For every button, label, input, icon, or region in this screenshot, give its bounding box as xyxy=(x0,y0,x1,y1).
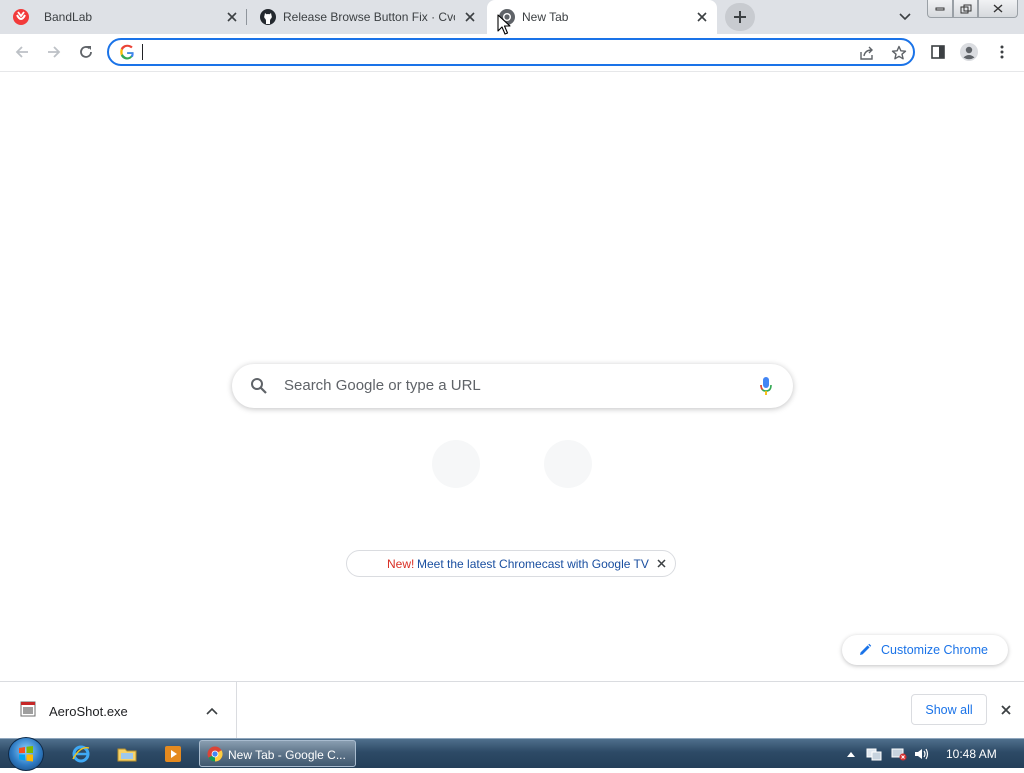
promo-link[interactable]: Meet the latest Chromecast with Google T… xyxy=(417,557,649,571)
mouse-cursor-icon xyxy=(497,14,511,35)
new-tab-button[interactable] xyxy=(725,3,755,31)
minimize-button[interactable] xyxy=(927,0,953,18)
volume-icon[interactable] xyxy=(914,746,930,762)
chevron-down-icon xyxy=(899,13,911,21)
show-hidden-icons-button[interactable] xyxy=(843,746,859,762)
taskbar-window-title: New Tab - Google C... xyxy=(228,748,346,762)
chrome-icon xyxy=(207,746,223,762)
chevron-up-icon xyxy=(847,752,855,757)
share-icon[interactable] xyxy=(857,43,877,63)
taskbar-clock[interactable]: 10:48 AM xyxy=(946,747,997,761)
customize-chrome-button[interactable]: Customize Chrome xyxy=(842,635,1008,665)
download-file-name: AeroShot.exe xyxy=(49,704,128,719)
pencil-icon xyxy=(860,643,872,655)
plus-icon xyxy=(734,11,746,23)
reload-icon xyxy=(80,46,92,58)
shortcut-tile[interactable] xyxy=(432,440,480,488)
chevron-up-icon[interactable] xyxy=(205,704,219,718)
file-explorer-button[interactable] xyxy=(109,741,145,767)
close-tab-icon[interactable] xyxy=(694,9,710,25)
close-icon xyxy=(1001,705,1011,715)
download-item[interactable]: AeroShot.exe xyxy=(0,682,237,739)
shortcut-tile[interactable] xyxy=(544,440,592,488)
search-placeholder: Search Google or type a URL xyxy=(284,377,481,394)
address-input[interactable] xyxy=(141,43,841,61)
network-error-icon[interactable] xyxy=(891,746,907,762)
close-tab-icon[interactable] xyxy=(462,9,478,25)
close-icon[interactable] xyxy=(655,557,667,569)
start-button[interactable] xyxy=(8,737,44,771)
forward-button[interactable] xyxy=(42,40,66,64)
back-button[interactable] xyxy=(10,40,34,64)
chrome-taskbar-button[interactable]: New Tab - Google C... xyxy=(199,740,356,767)
media-player-button[interactable] xyxy=(155,741,191,767)
profile-icon xyxy=(960,43,978,61)
close-window-button[interactable] xyxy=(978,0,1018,18)
customize-label: Customize Chrome xyxy=(881,643,988,657)
toolbar xyxy=(0,34,1024,72)
internet-explorer-icon xyxy=(72,745,90,763)
tab-github[interactable]: Release Browse Button Fix · Cvolt xyxy=(247,0,487,34)
google-icon xyxy=(120,44,134,60)
menu-icon xyxy=(1000,45,1004,59)
executable-file-icon xyxy=(20,701,36,717)
windows-taskbar: New Tab - Google C... 10:48 AM xyxy=(0,737,1024,771)
close-tab-icon[interactable] xyxy=(224,9,240,25)
bookmark-star-icon[interactable] xyxy=(889,43,909,63)
bandlab-icon xyxy=(13,9,29,25)
media-player-icon xyxy=(165,746,181,762)
download-shelf: AeroShot.exe Show all xyxy=(0,681,1024,739)
forward-icon xyxy=(48,46,61,58)
close-shelf-button[interactable] xyxy=(996,702,1016,718)
restore-icon xyxy=(960,4,971,13)
action-center-icon[interactable] xyxy=(866,746,882,762)
minimize-icon xyxy=(935,7,945,10)
folder-icon xyxy=(117,748,137,762)
address-bar[interactable] xyxy=(107,38,915,66)
side-panel-icon xyxy=(931,45,945,59)
promo-new-label: New! xyxy=(387,557,415,571)
tab-strip: BandLab Release Browse Button Fix · Cvol… xyxy=(0,0,1024,34)
tab-bandlab[interactable]: BandLab xyxy=(0,0,245,34)
maximize-button[interactable] xyxy=(953,0,978,18)
menu-button[interactable] xyxy=(990,40,1014,64)
back-icon xyxy=(15,46,28,58)
realbox-search[interactable]: Search Google or type a URL xyxy=(232,364,793,408)
new-tab-page: Search Google or type a URL New! Meet th… xyxy=(0,72,1024,681)
show-all-button[interactable]: Show all xyxy=(911,694,987,725)
close-icon xyxy=(993,4,1003,13)
tab-title: BandLab xyxy=(44,10,93,24)
microphone-icon[interactable] xyxy=(759,376,773,396)
github-icon xyxy=(260,9,276,25)
tab-search-button[interactable] xyxy=(896,8,914,26)
tab-new-tab[interactable]: New Tab xyxy=(487,0,717,34)
tab-title: Release Browse Button Fix · Cvolt xyxy=(283,10,455,24)
internet-explorer-button[interactable] xyxy=(63,741,99,767)
side-panel-button[interactable] xyxy=(926,40,950,64)
search-icon xyxy=(251,378,267,394)
promo-banner[interactable]: New! Meet the latest Chromecast with Goo… xyxy=(346,550,676,577)
tab-title: New Tab xyxy=(522,10,569,24)
reload-button[interactable] xyxy=(74,40,98,64)
text-cursor xyxy=(142,44,143,60)
windows-logo-icon xyxy=(19,746,33,762)
profile-button[interactable] xyxy=(957,40,981,64)
